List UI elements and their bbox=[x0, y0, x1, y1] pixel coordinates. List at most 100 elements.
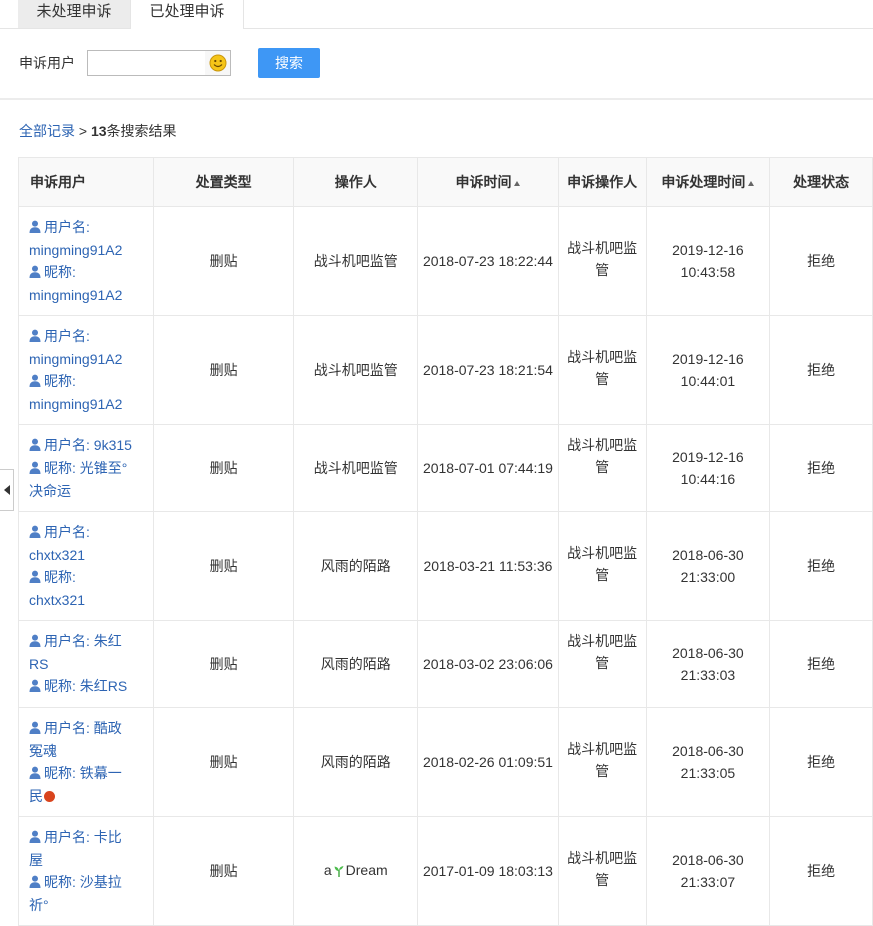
nickname-label[interactable]: 昵称: 朱红RS bbox=[44, 678, 127, 694]
header-appeal-time[interactable]: 申诉时间 bbox=[417, 157, 559, 207]
username-label[interactable]: 用户名: bbox=[44, 219, 90, 235]
username-value[interactable]: 冤魂 bbox=[29, 740, 153, 762]
nickname-label[interactable]: 昵称: 铁幕一 bbox=[44, 765, 122, 781]
process-time-cell: 2018-06-30 21:33:05 bbox=[645, 707, 771, 817]
username-value[interactable]: RS bbox=[29, 653, 153, 675]
appeal-operator-cell: 战斗机吧监管 bbox=[557, 206, 647, 316]
sort-up-icon[interactable] bbox=[748, 180, 755, 186]
username-label[interactable]: 用户名: 卡比 bbox=[44, 829, 122, 845]
nickname-value[interactable]: mingming91A2 bbox=[29, 284, 153, 306]
type-cell: 删贴 bbox=[152, 315, 295, 425]
nickname-value[interactable]: chxtx321 bbox=[29, 589, 153, 611]
process-date: 2018-06-30 bbox=[672, 547, 744, 563]
appeals-table: 申诉用户 处置类型 操作人 申诉时间 申诉操作人 申诉处理时间 处理状态 用户名… bbox=[18, 157, 873, 926]
user-icon bbox=[29, 458, 41, 480]
username-value[interactable]: mingming91A2 bbox=[29, 348, 153, 370]
appeal-operator-line-1: 战斗机吧监 bbox=[567, 850, 638, 866]
appeal-operator-cell: 战斗机吧监管 bbox=[557, 315, 647, 425]
operator-cell: 风雨的陌路 bbox=[293, 707, 419, 817]
user-icon bbox=[29, 522, 41, 544]
user-cell: 用户名: mingming91A2 昵称: mingming91A2 bbox=[18, 206, 154, 316]
appeal-operator-line-2: 管 bbox=[595, 459, 610, 475]
nickname-label[interactable]: 昵称: bbox=[44, 373, 76, 389]
process-date: 2018-06-30 bbox=[672, 743, 744, 759]
search-label: 申诉用户 bbox=[19, 55, 75, 71]
nickname-value[interactable]: 决命运 bbox=[29, 480, 153, 502]
nickname-value[interactable]: 祈° bbox=[29, 894, 153, 916]
tab-unprocessed-appeals[interactable]: 未处理申诉 bbox=[18, 0, 130, 28]
username-value[interactable]: mingming91A2 bbox=[29, 239, 153, 261]
operator-cell: a Dream bbox=[293, 816, 419, 926]
username-label[interactable]: 用户名: bbox=[44, 524, 90, 540]
user-cell: 用户名: 朱红 RS 昵称: 朱红RS bbox=[18, 620, 154, 708]
breadcrumb-separator: > bbox=[75, 123, 91, 139]
user-cell: 用户名: 酷政 冤魂 昵称: 铁幕一 民 bbox=[18, 707, 154, 817]
user-icon bbox=[29, 676, 41, 698]
appeal-time-cell: 2018-07-23 18:21:54 bbox=[417, 315, 559, 425]
type-cell: 删贴 bbox=[152, 816, 295, 926]
appeal-operator-cell: 战斗机吧监管 bbox=[557, 620, 647, 708]
header-process-time[interactable]: 申诉处理时间 bbox=[645, 157, 771, 207]
process-time-cell: 2019-12-16 10:43:58 bbox=[645, 206, 771, 316]
appeal-operator-line-2: 管 bbox=[595, 262, 610, 278]
table-row: 用户名: 卡比 屋 昵称: 沙基拉 祈° 删贴 a Dream 2017-01-0… bbox=[18, 816, 873, 926]
nickname-label[interactable]: 昵称: bbox=[44, 264, 76, 280]
nickname-label[interactable]: 昵称: bbox=[44, 569, 76, 585]
user-icon bbox=[29, 262, 41, 284]
type-cell: 删贴 bbox=[152, 620, 295, 708]
table-row: 用户名: chxtx321 昵称: chxtx321 删贴 风雨的陌路 2018… bbox=[18, 511, 873, 621]
process-date: 2019-12-16 bbox=[672, 449, 744, 465]
process-time-cell: 2018-06-30 21:33:03 bbox=[645, 620, 771, 708]
username-label[interactable]: 用户名: 朱红 bbox=[44, 633, 122, 649]
header-status: 处理状态 bbox=[769, 157, 873, 207]
appeal-operator-cell: 战斗机吧监管 bbox=[557, 511, 647, 621]
appeal-operator-cell: 战斗机吧监管 bbox=[557, 816, 647, 926]
user-icon bbox=[29, 217, 41, 239]
nickname-value[interactable]: mingming91A2 bbox=[29, 393, 153, 415]
user-icon bbox=[29, 872, 41, 894]
username-label[interactable]: 用户名: 酷政 bbox=[44, 720, 122, 736]
username-value[interactable]: 屋 bbox=[29, 849, 153, 871]
username-value[interactable]: chxtx321 bbox=[29, 544, 153, 566]
search-input[interactable] bbox=[87, 50, 209, 76]
all-records-link[interactable]: 全部记录 bbox=[19, 123, 75, 139]
nickname-label[interactable]: 昵称: 沙基拉 bbox=[44, 874, 122, 890]
process-date: 2019-12-16 bbox=[672, 242, 744, 258]
type-cell: 删贴 bbox=[152, 424, 295, 512]
username-label[interactable]: 用户名: bbox=[44, 328, 90, 344]
appeal-operator-line-1: 战斗机吧监 bbox=[567, 437, 638, 453]
user-icon bbox=[29, 567, 41, 589]
process-clock: 21:33:05 bbox=[680, 765, 736, 781]
smiley-icon[interactable] bbox=[205, 50, 231, 76]
user-icon bbox=[29, 435, 41, 457]
user-cell: 用户名: 卡比 屋 昵称: 沙基拉 祈° bbox=[18, 816, 154, 926]
breadcrumb: 全部记录 > 13条搜索结果 bbox=[19, 121, 177, 141]
sprout-icon bbox=[334, 864, 344, 880]
username-label[interactable]: 用户名: 9k315 bbox=[44, 437, 132, 453]
header-appeal-operator: 申诉操作人 bbox=[557, 157, 647, 207]
user-icon bbox=[29, 827, 41, 849]
type-cell: 删贴 bbox=[152, 206, 295, 316]
table-row: 用户名: 9k315 昵称: 光锥至° 决命运 删贴 战斗机吧监管 2018-0… bbox=[18, 424, 873, 512]
appeal-operator-line-1: 战斗机吧监 bbox=[567, 349, 638, 365]
user-icon bbox=[29, 718, 41, 740]
appeal-operator-cell: 战斗机吧监管 bbox=[557, 424, 647, 512]
status-cell: 拒绝 bbox=[769, 511, 873, 621]
search-bar: 申诉用户 搜索 bbox=[0, 40, 873, 86]
process-clock: 10:44:01 bbox=[680, 373, 736, 389]
sort-up-icon[interactable] bbox=[514, 180, 521, 186]
side-panel-toggle[interactable] bbox=[0, 469, 14, 511]
table-row: 用户名: mingming91A2 昵称: mingming91A2 删贴 战斗… bbox=[18, 206, 873, 316]
process-date: 2019-12-16 bbox=[672, 351, 744, 367]
appeal-operator-line-2: 管 bbox=[595, 872, 610, 888]
chevron-left-icon bbox=[3, 485, 10, 495]
header-process-time-label: 申诉处理时间 bbox=[661, 174, 746, 190]
search-button[interactable]: 搜索 bbox=[258, 48, 320, 78]
nickname-value[interactable]: 民 bbox=[29, 788, 43, 804]
nickname-label[interactable]: 昵称: 光锥至° bbox=[44, 460, 127, 476]
appeal-time-cell: 2018-02-26 01:09:51 bbox=[417, 707, 559, 817]
process-clock: 21:33:03 bbox=[680, 667, 736, 683]
process-date: 2018-06-30 bbox=[672, 852, 744, 868]
header-operator: 操作人 bbox=[293, 157, 419, 207]
tab-processed-appeals[interactable]: 已处理申诉 bbox=[130, 0, 244, 29]
